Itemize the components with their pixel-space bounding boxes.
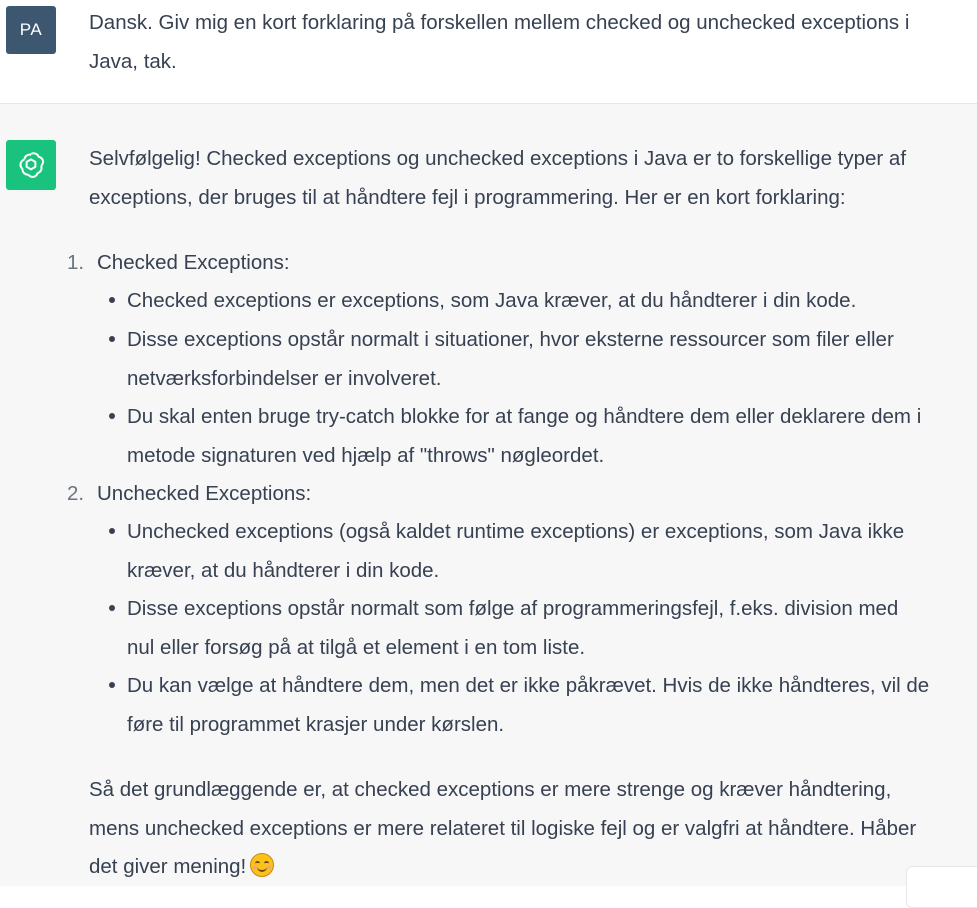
smiling-face-emoji-icon <box>250 853 275 877</box>
bullet-text: netværksforbindelser er involveret. <box>127 367 442 390</box>
bullet-text: metode signaturen ved hjælp af "throws" … <box>127 444 605 467</box>
bullet-dot <box>109 297 115 303</box>
bullet-text: Du skal enten bruge try-catch blokke for… <box>127 405 922 428</box>
list-number: 2. <box>67 482 85 505</box>
bullet-text: kræver, at du håndterer i din kode. <box>127 559 440 582</box>
list-number: 1. <box>67 251 85 274</box>
bullet-text: Disse exceptions opstår normalt som følg… <box>127 597 899 620</box>
intro-line: Selvfølgelig! Checked exceptions og unch… <box>89 147 907 170</box>
user-avatar: PA <box>6 6 56 54</box>
outro-line: det giver mening! <box>89 848 916 887</box>
bullet-text: Disse exceptions opstår normalt i situat… <box>127 328 894 351</box>
scroll-to-bottom-button[interactable] <box>906 866 977 908</box>
outro-text: det giver mening! <box>89 855 247 878</box>
intro-line: exceptions, der bruges til at håndtere f… <box>89 185 846 209</box>
bullet-dot <box>109 682 115 688</box>
user-message: Dansk. Giv mig en kort forklaring på for… <box>89 4 977 81</box>
bullet-text: føre til programmet krasjer under kørsle… <box>127 713 505 736</box>
user-message-line: Java, tak. <box>89 49 177 73</box>
openai-logo-icon <box>19 152 45 178</box>
assistant-intro: Selvfølgelig! Checked exceptions og unch… <box>89 140 906 217</box>
assistant-avatar <box>6 140 56 190</box>
bullet-dot <box>109 336 115 342</box>
bullet-text: Unchecked exceptions (også kaldet runtim… <box>127 520 905 543</box>
bullet-text: nul eller forsøg på at tilgå et element … <box>127 636 586 659</box>
outro-line: Så det grundlæggende er, at checked exce… <box>89 778 892 801</box>
bullet-dot <box>109 413 115 419</box>
assistant-outro: Så det grundlæggende er, at checked exce… <box>89 771 916 887</box>
list-title: Checked Exceptions: <box>97 251 290 274</box>
bullet-text: Checked exceptions er exceptions, som Ja… <box>127 289 857 312</box>
user-message-line: Dansk. Giv mig en kort forklaring på for… <box>89 11 910 34</box>
user-message-row: PA Dansk. Giv mig en kort forklaring på … <box>0 0 977 104</box>
outro-line: mens unchecked exceptions er mere relate… <box>89 816 917 840</box>
list-title: Unchecked Exceptions: <box>97 482 312 505</box>
bullet-dot <box>109 528 115 534</box>
assistant-message-row: Selvfølgelig! Checked exceptions og unch… <box>0 104 977 886</box>
bullet-dot <box>109 605 115 611</box>
bullet-text: Du kan vælge at håndtere dem, men det er… <box>127 674 930 697</box>
